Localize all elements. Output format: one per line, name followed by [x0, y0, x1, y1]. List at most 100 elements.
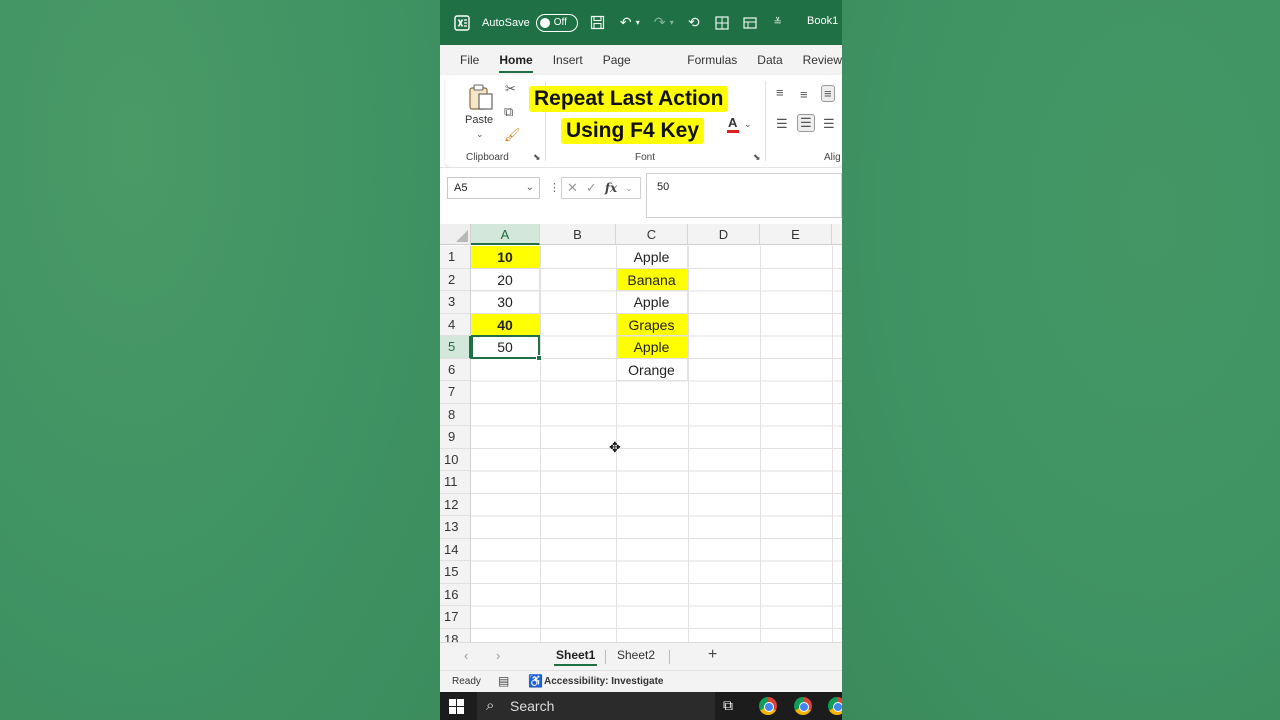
- windows-start-icon[interactable]: [449, 699, 464, 714]
- tab-page-layout[interactable]: Page Layout: [603, 45, 668, 97]
- row-header[interactable]: 7: [440, 381, 471, 404]
- tab-review[interactable]: Review: [803, 45, 842, 75]
- workbook-title: Book1: [807, 15, 839, 27]
- row-header[interactable]: 3: [440, 291, 471, 314]
- row-header[interactable]: 6: [440, 358, 471, 381]
- tab-insert[interactable]: Insert: [553, 45, 583, 75]
- caption-line-2: Using F4 Key: [561, 118, 705, 144]
- refresh-icon[interactable]: ⟲: [686, 14, 702, 31]
- row-header[interactable]: 9: [440, 426, 471, 449]
- save-icon[interactable]: [590, 15, 606, 31]
- tab-data[interactable]: Data: [757, 45, 782, 75]
- font-color-dropdown-icon[interactable]: ⌄: [744, 119, 752, 130]
- clipboard-icon[interactable]: [467, 83, 495, 111]
- chrome-icon[interactable]: [759, 697, 777, 715]
- undo-dropdown-icon[interactable]: ▾: [636, 18, 640, 27]
- cell-mode-icon[interactable]: ▤: [498, 674, 509, 688]
- table-icon[interactable]: [742, 15, 758, 31]
- sheet-separator: [605, 650, 606, 664]
- column-header-a[interactable]: A: [471, 224, 540, 245]
- status-bar: Ready ▤ ♿ Accessibility: Investigate: [440, 670, 842, 692]
- taskbar-search[interactable]: ⌕ Search: [477, 692, 715, 720]
- name-box[interactable]: A5 ⌄: [447, 177, 540, 199]
- column-header-b[interactable]: B: [540, 224, 616, 245]
- active-cell-border: [471, 335, 542, 361]
- paste-label[interactable]: Paste: [465, 114, 493, 126]
- sheet-prev-icon[interactable]: ‹: [464, 648, 468, 663]
- column-header-e[interactable]: E: [760, 224, 832, 245]
- clipboard-group-label: Clipboard: [466, 152, 509, 163]
- undo-icon[interactable]: ↶: [618, 14, 634, 31]
- row-header[interactable]: 18: [440, 628, 471, 642]
- more-options-icon[interactable]: ⋮: [549, 181, 560, 194]
- sheet-tabs-bar: ‹ › Sheet1 Sheet2 +: [440, 642, 842, 670]
- autosave-toggle[interactable]: Off: [535, 13, 578, 32]
- insert-function-icon[interactable]: fx: [605, 181, 617, 195]
- task-view-icon[interactable]: ⧉: [723, 697, 733, 714]
- row-header[interactable]: 1: [440, 246, 471, 269]
- toggle-state: Off: [553, 17, 567, 28]
- align-center-icon[interactable]: ☰: [797, 114, 815, 132]
- select-all-button[interactable]: [440, 224, 471, 245]
- tab-file[interactable]: File: [460, 45, 479, 75]
- tab-formulas[interactable]: Formulas: [687, 45, 737, 75]
- add-sheet-button[interactable]: +: [708, 646, 717, 664]
- formula-buttons: ✕ ✓ fx ⌄: [561, 177, 641, 199]
- row-header[interactable]: 13: [440, 516, 471, 539]
- row-header[interactable]: 11: [440, 471, 471, 494]
- accessibility-icon[interactable]: ♿: [528, 674, 543, 688]
- align-right-icon[interactable]: ☰: [823, 116, 835, 132]
- fill-handle[interactable]: [536, 355, 542, 361]
- row-header[interactable]: 12: [440, 493, 471, 516]
- row-header[interactable]: 2: [440, 268, 471, 291]
- formula-input[interactable]: 50: [646, 173, 842, 218]
- cell-cursor-icon: ✥: [609, 439, 621, 455]
- column-header-f[interactable]: [832, 224, 842, 245]
- windows-taskbar: ⌕ Search ⧉: [440, 692, 842, 720]
- font-launcher-icon[interactable]: ⬊: [753, 152, 761, 163]
- enter-icon[interactable]: ✓: [586, 180, 597, 196]
- chevron-down-icon[interactable]: ⌄: [526, 178, 534, 198]
- column-header-c[interactable]: C: [616, 224, 688, 245]
- row-header[interactable]: 4: [440, 313, 471, 336]
- copy-icon[interactable]: ⧉: [504, 104, 513, 120]
- autosave-label: AutoSave: [482, 16, 530, 29]
- align-top-icon[interactable]: ≡: [776, 85, 784, 100]
- sheet-next-icon[interactable]: ›: [496, 648, 500, 663]
- paste-dropdown-icon[interactable]: ⌄: [476, 129, 484, 140]
- function-dropdown-icon[interactable]: ⌄: [625, 183, 633, 194]
- chrome-icon[interactable]: [828, 697, 842, 715]
- formula-bar: A5 ⌄ ⋮ ✕ ✓ fx ⌄ 50: [440, 167, 842, 222]
- row-header[interactable]: 16: [440, 583, 471, 606]
- background-right: [842, 0, 1280, 720]
- cancel-icon[interactable]: ✕: [567, 180, 578, 196]
- cut-icon[interactable]: ✂: [505, 81, 516, 97]
- row-header[interactable]: 14: [440, 538, 471, 561]
- row-header-selected[interactable]: 5: [440, 336, 471, 359]
- column-header-d[interactable]: D: [688, 224, 760, 245]
- sheet-tab-sheet1[interactable]: Sheet1: [553, 648, 598, 666]
- row-header[interactable]: 15: [440, 561, 471, 584]
- toggle-knob: [539, 17, 550, 28]
- excel-logo-icon: [454, 14, 470, 31]
- customize-toolbar-icon[interactable]: ≚: [770, 15, 786, 31]
- search-icon: ⌕: [486, 697, 495, 714]
- chrome-icon[interactable]: [794, 697, 812, 715]
- form-icon[interactable]: [714, 15, 730, 31]
- tab-home[interactable]: Home: [499, 45, 534, 75]
- sheet-tab-sheet2[interactable]: Sheet2: [617, 648, 655, 662]
- redo-dropdown-icon[interactable]: ▾: [670, 18, 674, 27]
- format-painter-icon[interactable]: 🖌: [504, 127, 521, 143]
- accessibility-status[interactable]: Accessibility: Investigate: [544, 676, 664, 687]
- row-header[interactable]: 17: [440, 606, 471, 629]
- align-middle-icon[interactable]: ≡: [800, 87, 808, 102]
- align-bottom-icon[interactable]: ≡: [821, 85, 835, 102]
- align-left-icon[interactable]: ☰: [776, 116, 788, 132]
- search-label: Search: [510, 698, 555, 714]
- caption-line-1: Repeat Last Action: [529, 86, 729, 112]
- redo-icon[interactable]: ↷: [652, 14, 668, 31]
- clipboard-launcher-icon[interactable]: ⬊: [533, 152, 541, 163]
- caption-overlay: Repeat Last Action Using F4 Key: [529, 83, 743, 153]
- row-header[interactable]: 8: [440, 403, 471, 426]
- row-header[interactable]: 10: [440, 448, 471, 471]
